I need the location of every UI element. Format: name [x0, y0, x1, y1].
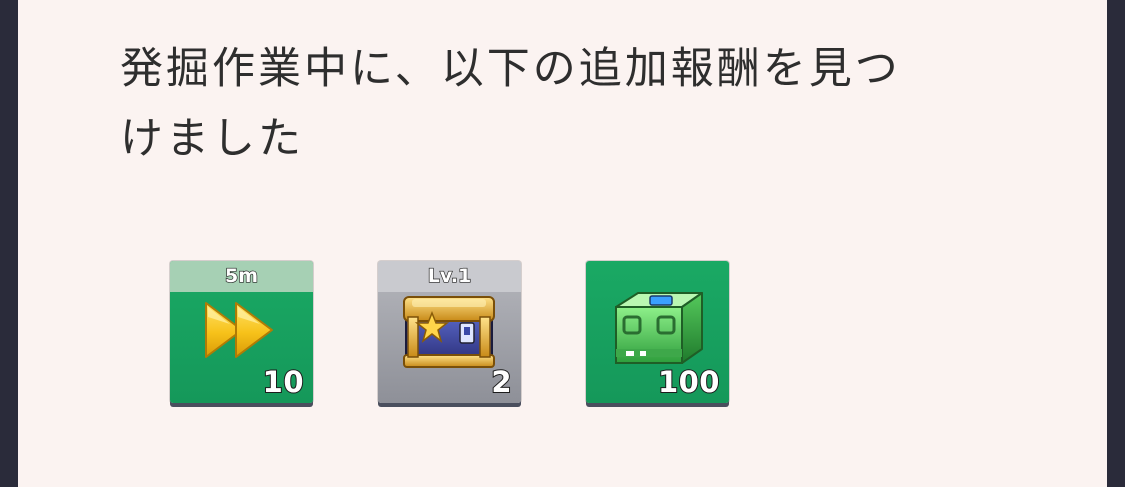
reward-message-line-2: けました: [120, 114, 304, 164]
reward-quantity: 100: [657, 364, 721, 400]
reward-duration-label: 5m: [170, 261, 313, 292]
reward-item-chest[interactable]: Lv.1 2: [378, 261, 521, 403]
reward-item-crate[interactable]: 100: [586, 261, 729, 403]
reward-message-line-1: 発掘作業中に、以下の追加報酬を見つ: [120, 44, 901, 94]
reward-quantity: 10: [262, 364, 305, 400]
reward-level-label: Lv.1: [378, 261, 521, 292]
reward-dialog-panel: 発掘作業中に、以下の追加報酬を見つ けました: [18, 0, 1107, 487]
reward-item-speedup[interactable]: 5m 10: [170, 261, 313, 403]
reward-message: 発掘作業中に、以下の追加報酬を見つ けました: [120, 34, 1000, 174]
reward-quantity: 2: [490, 364, 512, 400]
